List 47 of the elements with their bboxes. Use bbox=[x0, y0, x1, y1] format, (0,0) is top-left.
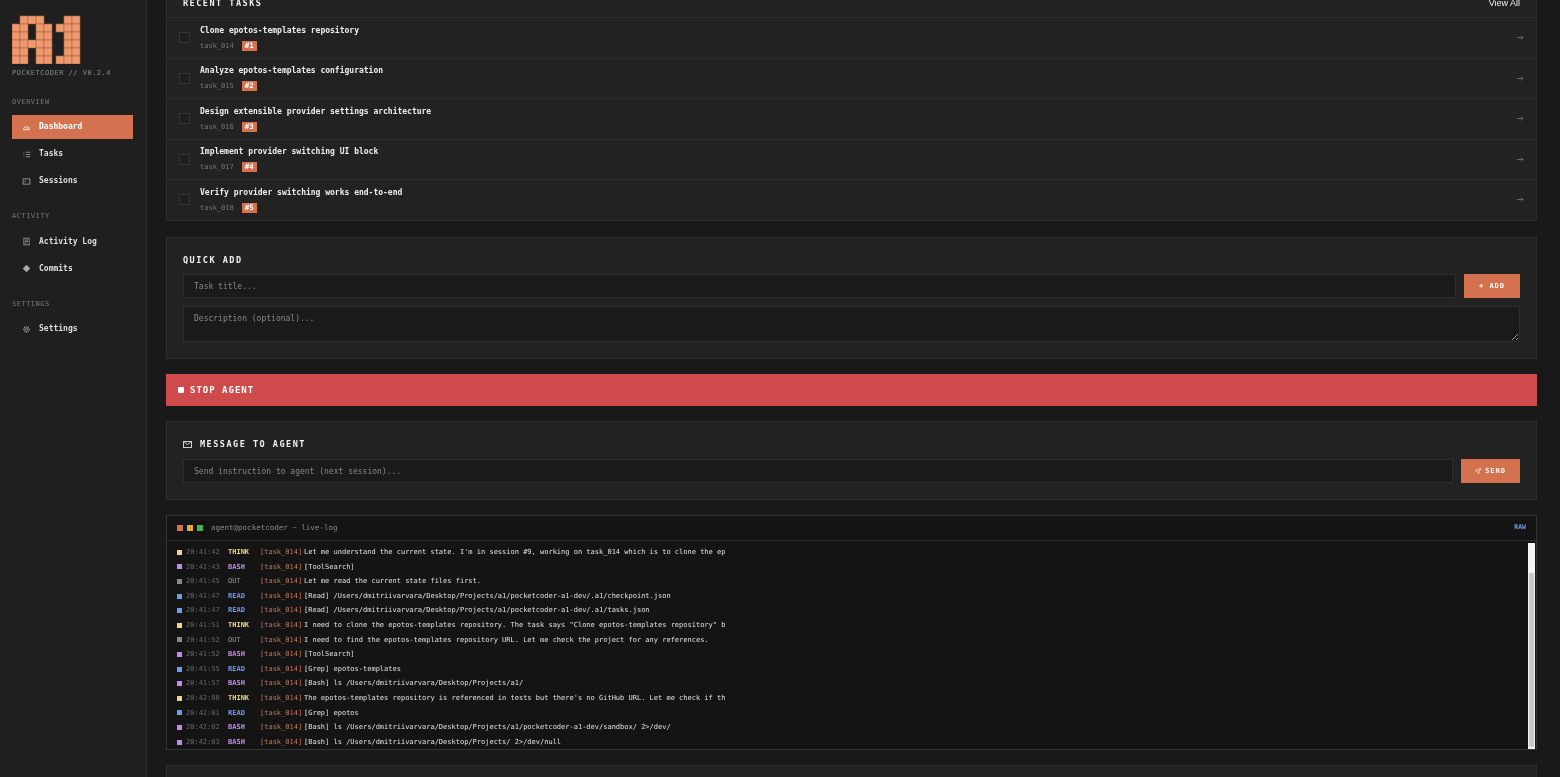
view-all-link[interactable]: View All bbox=[1488, 0, 1520, 11]
nav-item[interactable]: Commits bbox=[12, 256, 133, 281]
task-title-field[interactable]: Task title... bbox=[183, 274, 1456, 299]
task-title: Design extensible provider settings architecture bbox=[200, 105, 432, 118]
settings-icon bbox=[22, 324, 31, 334]
send-icon bbox=[1475, 467, 1482, 475]
nav-item[interactable]: Sessions bbox=[12, 169, 133, 193]
log-level-marker bbox=[177, 710, 182, 716]
log-level-marker bbox=[177, 724, 182, 730]
nav-item[interactable]: Settings bbox=[12, 317, 133, 341]
stop-icon bbox=[178, 387, 184, 394]
log-level-marker bbox=[177, 651, 182, 657]
log-level-marker bbox=[177, 593, 182, 599]
arrow-icon bbox=[1517, 75, 1524, 81]
log-level-marker bbox=[177, 579, 182, 584]
log-level-marker bbox=[177, 739, 182, 745]
logo-icon bbox=[12, 14, 82, 64]
stop-agent-button[interactable]: STOP AGENT bbox=[166, 374, 1537, 407]
log-level-marker bbox=[177, 622, 182, 628]
log-level-marker bbox=[177, 637, 182, 643]
task-title: Implement provider switching UI block bbox=[200, 146, 379, 158]
log-level-marker bbox=[177, 608, 182, 614]
diamond-icon bbox=[22, 264, 31, 273]
description-field[interactable]: Description (optional)... bbox=[183, 306, 1520, 343]
section-title: QUICK ADD bbox=[183, 253, 244, 267]
document-icon bbox=[22, 237, 31, 246]
nav-item[interactable]: Activity Log bbox=[12, 229, 133, 254]
arrow-icon bbox=[1517, 35, 1524, 41]
section-title: MESSAGE TO AGENT bbox=[200, 438, 306, 451]
arrow-icon bbox=[1517, 197, 1524, 203]
terminal-icon bbox=[22, 176, 31, 186]
task-title: Verify provider switching works end-to-end bbox=[200, 186, 403, 199]
section-title: RECENT TASKS bbox=[183, 0, 263, 10]
log-level-marker bbox=[177, 681, 182, 687]
window-controls-icon bbox=[177, 525, 204, 531]
nav-item[interactable]: Tasks bbox=[12, 142, 133, 166]
log-level-marker bbox=[177, 695, 182, 701]
arrow-icon bbox=[1517, 156, 1524, 162]
arrow-icon bbox=[1517, 116, 1524, 122]
message-field[interactable]: Send instruction to agent (next session)... bbox=[183, 459, 1453, 483]
log-level-marker bbox=[177, 564, 182, 570]
log-level-marker bbox=[177, 549, 182, 555]
log-level-marker bbox=[177, 666, 182, 672]
scrollbar[interactable] bbox=[1528, 543, 1535, 749]
envelope-icon bbox=[183, 441, 192, 449]
task-title: Clone epotos-templates repository bbox=[200, 24, 359, 37]
task-title: Analyze epotos-templates configuration bbox=[200, 65, 384, 77]
